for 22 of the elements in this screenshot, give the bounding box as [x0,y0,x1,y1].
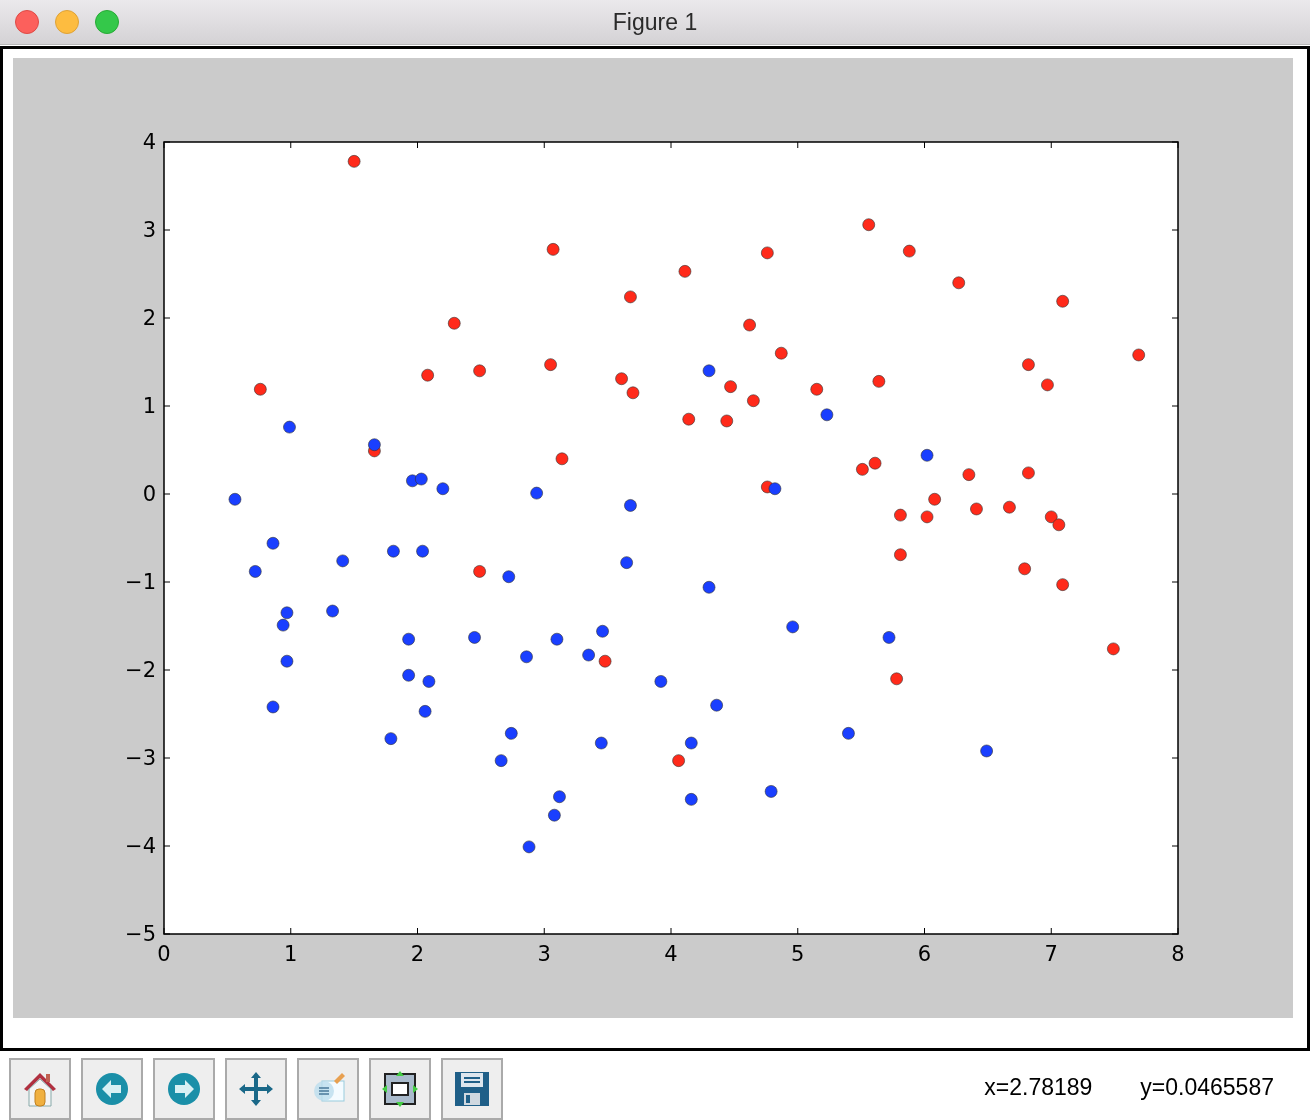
cursor-coordinate: y=0.0465587 [1140,1074,1274,1101]
x-tick-label: 0 [157,942,171,966]
x-tick-label: 3 [537,942,551,966]
y-tick-label: −4 [125,834,156,858]
y-tick-label: 0 [142,482,156,506]
y-tick-label: 4 [142,130,156,154]
y-tick-label: 2 [142,306,156,330]
cursor-coordinate: x=2.78189 [984,1074,1093,1101]
x-tick-label: 7 [1044,942,1058,966]
x-tick-label: 4 [664,942,678,966]
y-tick-label: 1 [142,394,156,418]
x-tick-label: 8 [1171,942,1185,966]
window-title: Figure 1 [612,8,698,36]
y-tick-label: −3 [125,746,156,770]
x-tick-label: 2 [410,942,425,966]
x-tick-label: 6 [917,942,932,966]
y-tick-label: −2 [125,658,156,682]
x-tick-label: 1 [284,942,298,966]
x-tick-label: 5 [791,942,805,966]
y-tick-label: 3 [142,218,156,242]
y-tick-label: −1 [125,570,156,594]
y-tick-label: −5 [125,922,156,946]
